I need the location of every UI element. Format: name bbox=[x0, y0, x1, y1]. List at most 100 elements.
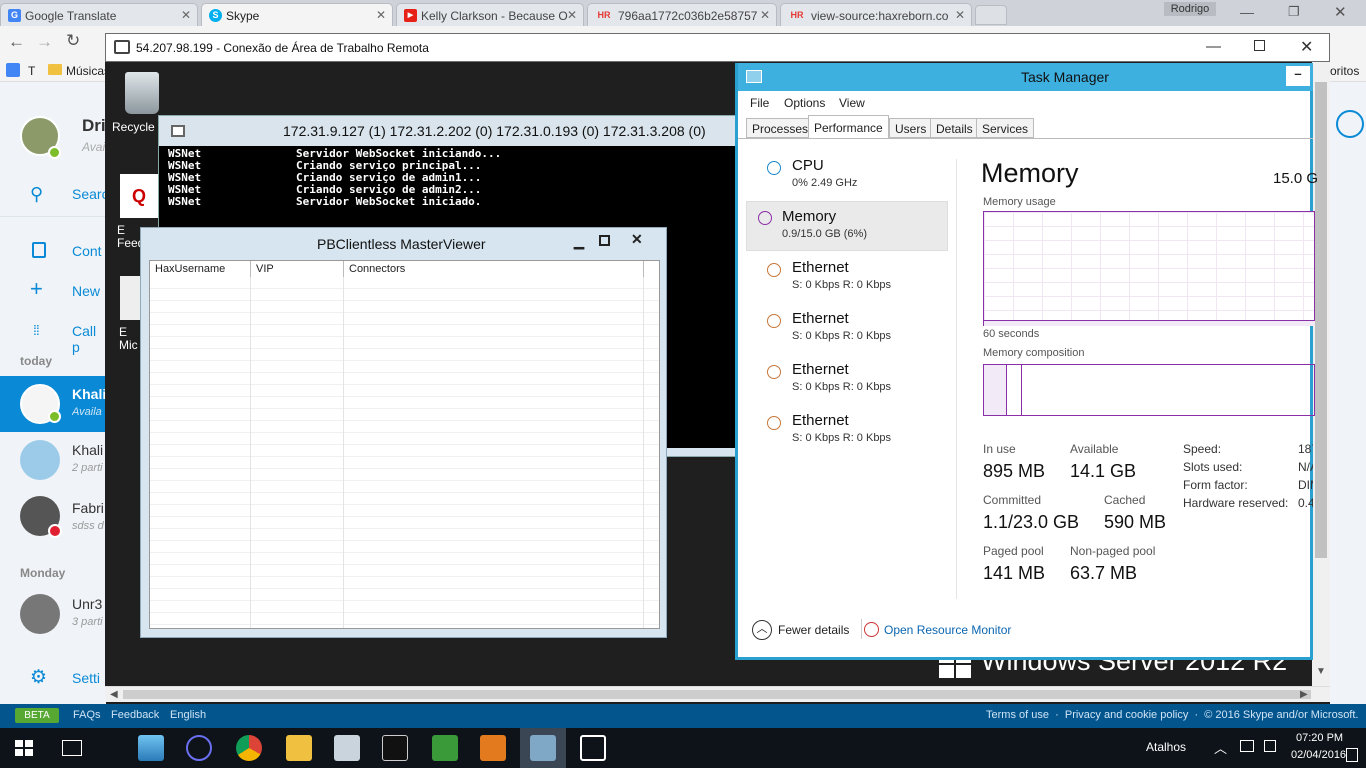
dialpad-icon[interactable]: ⁞⁞ bbox=[33, 322, 40, 338]
folder-icon[interactable] bbox=[286, 735, 312, 761]
close-icon[interactable]: ✕ bbox=[1300, 37, 1313, 57]
menu-options[interactable]: Options bbox=[784, 96, 825, 110]
faqs-link[interactable]: FAQs bbox=[73, 709, 101, 721]
quickfeed-icon[interactable]: Q bbox=[120, 174, 158, 218]
new-label[interactable]: New bbox=[72, 283, 100, 299]
start-icon[interactable] bbox=[15, 740, 33, 756]
visual-studio-icon[interactable] bbox=[186, 735, 212, 761]
forward-icon[interactable]: → bbox=[36, 32, 53, 52]
chrome-icon[interactable] bbox=[236, 735, 262, 761]
chevron-down-icon[interactable]: ▼ bbox=[1316, 666, 1326, 677]
resource-memory[interactable]: Memory 0.9/15.0 GB (6%) bbox=[746, 201, 948, 251]
contacts-icon[interactable] bbox=[32, 242, 46, 258]
tab-performance[interactable]: Performance bbox=[808, 115, 889, 139]
conversation-item[interactable]: Khali 2 parti bbox=[0, 434, 106, 488]
close-window-icon[interactable]: ✕ bbox=[1334, 3, 1347, 21]
chevron-left-icon[interactable]: ◀ bbox=[110, 689, 118, 700]
tab-processes[interactable]: Processes bbox=[746, 118, 815, 138]
fewer-details-link[interactable]: Fewer details bbox=[778, 623, 849, 637]
language-link[interactable]: English bbox=[170, 709, 206, 721]
menu-view[interactable]: View bbox=[839, 96, 865, 110]
new-tab-button[interactable] bbox=[975, 5, 1007, 25]
column-header-connectors[interactable]: Connectors bbox=[344, 261, 644, 277]
tab-hr-hash[interactable]: HR 796aa1772c036b2e58757 ✕ bbox=[587, 3, 777, 26]
scroll-thumb[interactable] bbox=[1315, 82, 1327, 558]
profile-badge[interactable]: Rodrigo bbox=[1164, 2, 1216, 16]
contacts-label[interactable]: Cont bbox=[72, 243, 102, 259]
translate-bookmark-icon[interactable] bbox=[6, 63, 20, 77]
maximize-icon[interactable] bbox=[599, 235, 610, 246]
tab-services[interactable]: Services bbox=[976, 118, 1035, 138]
tab-google-translate[interactable]: G Google Translate ✕ bbox=[0, 3, 198, 26]
close-icon[interactable]: ✕ bbox=[567, 8, 577, 22]
atalhos-toolbar[interactable]: Atalhos bbox=[1146, 740, 1186, 754]
minimize-icon[interactable]: ▁ bbox=[567, 234, 591, 252]
network-tool-icon[interactable] bbox=[334, 735, 360, 761]
task-manager-window[interactable]: Task Manager – File Options View Process… bbox=[735, 63, 1318, 660]
minimize-icon[interactable]: — bbox=[1206, 38, 1221, 55]
recycle-bin-icon[interactable] bbox=[125, 72, 159, 114]
menu-file[interactable]: File bbox=[750, 96, 769, 110]
minimize-icon[interactable]: — bbox=[1240, 4, 1254, 20]
profile-button-icon[interactable] bbox=[1336, 110, 1364, 138]
plus-icon[interactable]: + bbox=[30, 278, 43, 300]
resource-ethernet[interactable]: Ethernet S: 0 Kbps R: 0 Kbps bbox=[746, 357, 948, 407]
file-explorer-icon[interactable] bbox=[138, 735, 164, 761]
chevron-up-icon[interactable]: ︿ bbox=[1214, 738, 1227, 757]
gear-icon[interactable]: ⚙ bbox=[30, 666, 47, 689]
profile-name[interactable]: Dri bbox=[82, 116, 106, 136]
resource-ethernet[interactable]: Ethernet S: 0 Kbps R: 0 Kbps bbox=[746, 408, 948, 458]
memory-heading: Memory bbox=[981, 158, 1079, 188]
close-icon[interactable]: ✕ bbox=[955, 8, 965, 22]
minimize-icon[interactable]: – bbox=[1286, 66, 1310, 86]
volume-icon[interactable] bbox=[1264, 740, 1276, 752]
notifications-icon[interactable] bbox=[1346, 748, 1358, 762]
close-icon[interactable]: ✕ bbox=[181, 8, 191, 22]
tab-skype[interactable]: S Skype ✕ bbox=[201, 3, 393, 26]
task-view-icon[interactable] bbox=[62, 740, 82, 756]
resource-ethernet[interactable]: Ethernet S: 0 Kbps R: 0 Kbps bbox=[746, 255, 948, 305]
network-icon[interactable] bbox=[1240, 740, 1254, 752]
conversation-item[interactable]: Fabri sdss d bbox=[0, 490, 106, 544]
other-bookmarks[interactable]: oritos bbox=[1330, 64, 1359, 78]
pb-listview[interactable]: HaxUsername VIP Connectors bbox=[149, 260, 660, 629]
tab-details[interactable]: Details bbox=[930, 118, 979, 138]
pbclientless-window[interactable]: PBClientless MasterViewer ▁ ✕ HaxUsernam… bbox=[140, 227, 667, 638]
footer-legal-links[interactable]: Terms of use · Privacy and cookie policy… bbox=[986, 709, 1358, 721]
tab-view-source[interactable]: HR view-source:haxreborn.co ✕ bbox=[780, 3, 972, 26]
snipping-tool-icon[interactable] bbox=[580, 735, 606, 761]
xampp-icon[interactable] bbox=[480, 735, 506, 761]
search-label[interactable]: Searc bbox=[72, 186, 109, 202]
clock-time[interactable]: 07:20 PM bbox=[1296, 732, 1343, 744]
close-icon[interactable]: ✕ bbox=[631, 231, 643, 248]
rdp-horizontal-scrollbar[interactable]: ◀ ▶ bbox=[105, 686, 1330, 702]
resource-cpu[interactable]: CPU 0% 2.49 GHz bbox=[746, 153, 948, 203]
resource-ethernet[interactable]: Ethernet S: 0 Kbps R: 0 Kbps bbox=[746, 306, 948, 356]
maximize-icon[interactable] bbox=[1254, 40, 1265, 51]
back-icon[interactable]: ← bbox=[8, 32, 25, 52]
feedback-link[interactable]: Feedback bbox=[111, 709, 159, 721]
column-header-haxusername[interactable]: HaxUsername bbox=[150, 261, 251, 277]
chevron-right-icon[interactable]: ▶ bbox=[1300, 689, 1308, 700]
close-icon[interactable]: ✕ bbox=[376, 8, 386, 22]
reload-icon[interactable]: ↻ bbox=[66, 31, 80, 51]
conversation-item[interactable]: Khali Availa bbox=[0, 376, 106, 432]
chevron-up-icon[interactable]: ︿ bbox=[752, 620, 772, 640]
column-header-vip[interactable]: VIP bbox=[251, 261, 344, 277]
search-icon[interactable]: ⚲ bbox=[30, 184, 43, 205]
open-resource-monitor-link[interactable]: Open Resource Monitor bbox=[884, 623, 1011, 637]
command-prompt-icon[interactable] bbox=[382, 735, 408, 761]
chart-app-icon[interactable] bbox=[432, 735, 458, 761]
restore-icon[interactable]: ❐ bbox=[1288, 4, 1300, 20]
remote-desktop-taskbar-icon[interactable] bbox=[530, 735, 556, 761]
clock-date[interactable]: 02/04/2016 bbox=[1291, 749, 1346, 761]
settings-label[interactable]: Setti bbox=[72, 670, 100, 686]
close-icon[interactable]: ✕ bbox=[760, 8, 770, 22]
conversation-item[interactable]: Unr3 3 parti bbox=[0, 588, 106, 642]
scroll-thumb[interactable] bbox=[123, 690, 1311, 699]
call-phones-label[interactable]: Call p bbox=[72, 323, 106, 355]
tab-kelly-clarkson[interactable]: ▶ Kelly Clarkson - Because O ✕ bbox=[396, 3, 584, 26]
bookmark-item[interactable]: T bbox=[28, 64, 35, 78]
tab-users[interactable]: Users bbox=[889, 118, 933, 138]
bookmark-folder[interactable]: Músicas bbox=[66, 64, 110, 78]
